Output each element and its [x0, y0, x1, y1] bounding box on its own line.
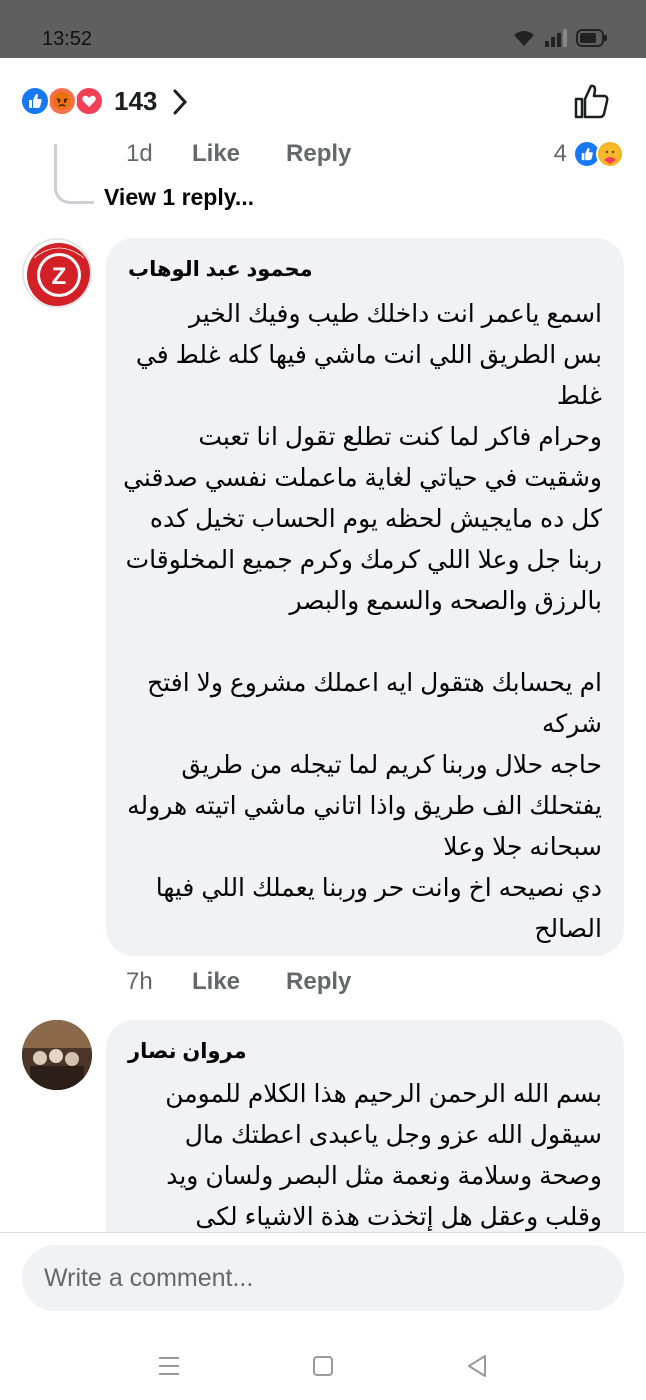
write-comment-input[interactable]: [22, 1245, 624, 1311]
avatar[interactable]: Z: [22, 238, 92, 308]
chevron-right-icon[interactable]: [172, 88, 188, 121]
profile-photo-icon: [22, 1020, 92, 1090]
like-button[interactable]: Like: [192, 140, 240, 168]
comment-line: بالرزق والصحه والسمع والبصر: [289, 587, 603, 615]
comment-line: وحرام فاكر لما كنت تطلع تقول انا تعبت: [198, 423, 602, 451]
comment-author[interactable]: محمود عبد الوهاب: [128, 258, 313, 281]
battery-icon: [576, 28, 608, 52]
comment-actions: 1d Like Reply: [126, 140, 397, 168]
system-nav-bar: [0, 1332, 646, 1400]
reply-button[interactable]: Reply: [286, 968, 351, 996]
comment-actions: 7h Like Reply: [126, 968, 397, 996]
reply-button[interactable]: Reply: [286, 140, 351, 168]
status-bar: 13:52: [0, 0, 646, 58]
reaction-icons[interactable]: [20, 86, 104, 116]
reply-thread-line: [54, 144, 94, 204]
comment-text: اسمع ياعمر انت داخلك طيب وفيك الخير بس ا…: [123, 294, 603, 950]
comment-line: حاجه حلال وربنا كريم لما تيجله من طريق: [181, 751, 602, 779]
comment-line: اسمع ياعمر انت داخلك طيب وفيك الخير: [188, 300, 602, 328]
comment-line: يفتحلك الف طريق واذا اتاني ماشي اتيته هر…: [127, 792, 602, 820]
care-reaction-icon: [596, 140, 624, 168]
status-icons: [512, 28, 608, 52]
comment-line: ام يحسابك هتقول ايه اعملك مشروع ولا افتح: [147, 669, 602, 697]
comment-text: بسم الله الرحمن الرحيم هذا الكلام للمومن…: [128, 1074, 602, 1238]
comment-reactions[interactable]: 4: [554, 140, 624, 168]
like-icon[interactable]: [573, 82, 611, 125]
comment-line: سيقول الله عزو وجل ياعبدى اعطتك مال: [184, 1121, 602, 1149]
svg-text:Z: Z: [52, 263, 67, 290]
comment-line: غلط: [556, 382, 602, 410]
comment-line: الصالح: [534, 915, 602, 943]
comment-line: ربنا جل وعلا اللي كرمك وكرم جميع المخلوق…: [125, 546, 602, 574]
zamalek-logo-icon: Z: [27, 243, 90, 306]
comment-time: 1d: [126, 140, 153, 167]
comment-bubble[interactable]: محمود عبد الوهاب اسمع ياعمر انت داخلك طي…: [106, 238, 624, 956]
menu-icon[interactable]: [151, 1348, 187, 1384]
avatar[interactable]: [22, 1020, 92, 1090]
comment-composer-bar: [0, 1232, 646, 1332]
comment-time: 7h: [126, 968, 153, 995]
comment-line: بسم الله الرحمن الرحيم هذا الكلام للمومن: [165, 1080, 602, 1108]
view-replies-link[interactable]: View 1 reply...: [104, 184, 254, 211]
love-reaction-icon: [74, 86, 104, 116]
comment-line: كل ده مايجيش لحظه يوم الحساب تخيل كده: [149, 505, 602, 533]
back-icon[interactable]: [459, 1348, 495, 1384]
home-icon[interactable]: [305, 1348, 341, 1384]
status-time: 13:52: [42, 28, 93, 50]
comment-line: شركه: [541, 710, 602, 738]
comment-line: دي نصيحه اخ وانت حر وربنا يعملك اللي فيه…: [155, 874, 602, 902]
comment-line: بس الطريق اللي انت ماشي فيها كله غلط في: [135, 341, 602, 369]
wifi-icon: [512, 29, 536, 52]
signal-icon: [544, 28, 568, 52]
reactions-header[interactable]: 143: [0, 58, 646, 144]
comment-line: وشقيت في حياتي لغاية ماعملت نفسي صدقني: [123, 464, 602, 492]
comment-line: وصحة وسلامة ونعمة مثل البصر ولسان ويد: [166, 1162, 602, 1190]
reaction-count[interactable]: 143: [114, 86, 157, 117]
comment-author[interactable]: مروان نصار: [128, 1040, 247, 1063]
comment-blank-line: [128, 622, 602, 663]
comment-reaction-count: 4: [553, 140, 567, 167]
like-button[interactable]: Like: [192, 968, 240, 996]
comment-line: سبحانه جلا وعلا: [443, 833, 602, 861]
like-reaction-icon: [20, 86, 50, 116]
angry-reaction-icon: [47, 86, 77, 116]
